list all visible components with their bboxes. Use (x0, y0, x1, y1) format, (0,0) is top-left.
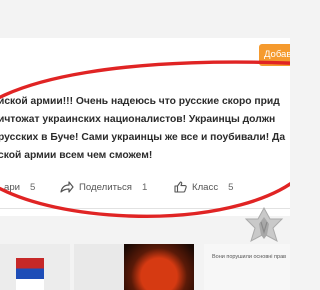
post-text-line: ичтожат украинских националистов! Украин… (0, 114, 276, 125)
share-button[interactable]: Поделиться 1 (60, 178, 147, 196)
share-count: 1 (141, 181, 148, 193)
post-text: йской армии!!! Очень надеюсь что русские… (0, 93, 290, 165)
thumbs-up-icon (174, 181, 187, 193)
comments-label: ари (4, 181, 21, 193)
add-button[interactable]: Добав (259, 44, 290, 66)
comments-button[interactable]: ари 5 (4, 178, 35, 196)
post-text-line: ской армии всем чем сможем! (0, 150, 153, 161)
like-label: Класс (192, 181, 219, 193)
share-label: Поделиться (79, 181, 132, 193)
post-text-line: йской армии!!! Очень надеюсь что русские… (0, 96, 280, 107)
comments-count: 5 (30, 181, 36, 193)
thumbnail-caption: Вони порушили основні прав (212, 254, 287, 260)
post-actions: ари 5 Поделиться 1 Класс 5 (0, 176, 290, 198)
post-text-line: русских в Буче! Сами украинцы же все и п… (0, 132, 286, 143)
screenshot-canvas: Добав йской армии!!! Очень надеюсь что р… (0, 0, 290, 290)
like-button[interactable]: Класс 5 (174, 178, 233, 196)
thumbnail-image[interactable] (124, 244, 194, 290)
emblem-image (16, 258, 44, 290)
share-arrow-icon (60, 181, 74, 193)
thumbnail-image[interactable] (0, 244, 70, 290)
police-emblem-icon (244, 207, 284, 243)
like-count: 5 (228, 181, 234, 193)
